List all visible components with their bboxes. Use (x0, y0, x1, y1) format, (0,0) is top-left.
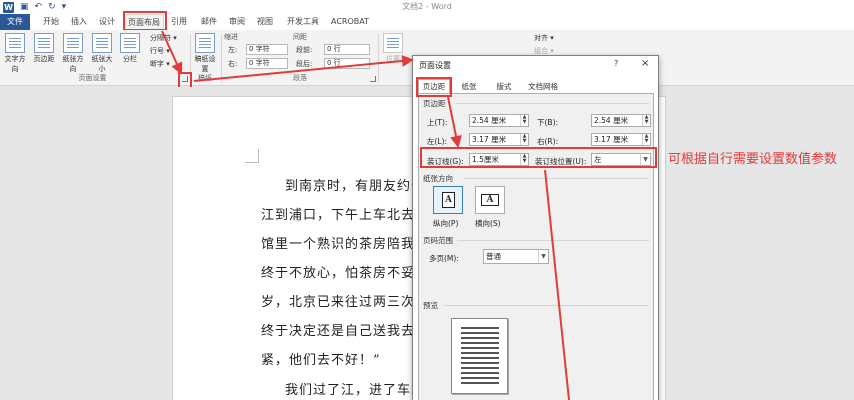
align-button[interactable]: 对齐 ▾ (534, 33, 554, 43)
margins-button[interactable]: 页边距 (31, 33, 57, 64)
position-icon (383, 33, 403, 53)
spacing-after-label: 段后: (296, 60, 313, 68)
spin-icon[interactable]: ▲ ▼ (520, 134, 528, 145)
dialog-title: 页面设置 (419, 61, 451, 70)
landscape-label: 横向(S) (475, 219, 501, 228)
text-direction-button[interactable]: 文字方向 (2, 33, 28, 74)
tab-developer[interactable]: 开发工具 (282, 14, 324, 30)
spacing-after-input[interactable]: 0 行 (324, 58, 370, 69)
ribbon-divider (378, 34, 379, 82)
paragraph-line[interactable]: 终于决定还是自己送我去 (261, 320, 415, 339)
section-rule (443, 305, 649, 306)
bottom-margin-input[interactable]: 2.54 厘米 ▲ ▼ (591, 114, 651, 127)
dialog-tab-paper[interactable]: 纸张 (453, 79, 485, 93)
tab-file[interactable]: 文件 (0, 14, 30, 30)
tab-insert[interactable]: 插入 (66, 14, 92, 30)
indent-left-input[interactable]: 0 字符 (246, 44, 288, 55)
window-title: 文档2 - Word (402, 2, 452, 11)
left-margin-label: 左(L): (427, 137, 448, 146)
multiple-pages-label: 多页(M): (429, 254, 459, 263)
paragraph-line[interactable]: 紧，他们去不好！” (261, 349, 381, 368)
left-margin-input[interactable]: 3.17 厘米 ▲ ▼ (469, 133, 529, 146)
paragraph-line[interactable]: 到南京时，有朋友约去 (285, 175, 425, 194)
tab-page-layout[interactable]: 页面布局 (124, 14, 164, 30)
paragraph-line[interactable]: 岁，北京已来往过两三次 (261, 291, 415, 310)
tab-mailings[interactable]: 邮件 (196, 14, 222, 30)
size-icon (92, 33, 112, 53)
tab-home[interactable]: 开始 (38, 14, 64, 30)
right-margin-label: 右(R): (537, 137, 559, 146)
paragraph-launcher-icon[interactable] (370, 76, 376, 82)
indent-right-input[interactable]: 0 字符 (246, 58, 288, 69)
text-direction-icon (5, 33, 25, 53)
orientation-icon (63, 33, 83, 53)
annotation-text: 可根据自行需要设置数值参数 (668, 152, 838, 167)
paragraph-line[interactable]: 终于不放心，怕茶房不妥 (261, 262, 415, 281)
gutter-highlight-box (420, 147, 657, 168)
tab-design[interactable]: 设计 (94, 14, 120, 30)
line-numbers-button[interactable]: 行号 ▾ (150, 46, 170, 56)
portrait-label: 纵向(P) (433, 219, 459, 228)
page-setup-group-label: 页面设置 (78, 74, 107, 82)
spacing-before-input[interactable]: 0 行 (324, 44, 370, 55)
right-margin-input[interactable]: 3.17 厘米 ▲ ▼ (591, 133, 651, 146)
dialog-tab-margins[interactable]: 页边距 (418, 79, 450, 93)
margins-section-title: 页边距 (423, 99, 446, 108)
margin-corner-mark (245, 149, 259, 163)
page-setup-launcher-icon[interactable] (182, 76, 188, 82)
paragraph-line[interactable]: 我们过了江，进了车站 (285, 379, 425, 398)
orientation-button[interactable]: 纸张方向 (60, 33, 86, 74)
tab-references[interactable]: 引用 (166, 14, 192, 30)
close-icon[interactable]: × (641, 58, 649, 69)
paragraph-line[interactable]: 江到浦口，下午上车北去 (261, 204, 415, 223)
top-margin-input[interactable]: 2.54 厘米 ▲ ▼ (469, 114, 529, 127)
paragraph-group-label: 段落 (293, 74, 307, 82)
spin-icon[interactable]: ▲ ▼ (520, 115, 528, 126)
spin-icon[interactable]: ▲ ▼ (642, 115, 650, 126)
preview-section-title: 预览 (423, 301, 438, 310)
bottom-margin-label: 下(B): (537, 118, 559, 127)
multiple-pages-select[interactable]: 普通 ▼ (483, 249, 549, 264)
section-rule (455, 103, 649, 104)
landscape-button[interactable]: A (475, 186, 505, 214)
preview-page (451, 318, 508, 394)
columns-icon (120, 33, 140, 53)
portrait-icon: A (442, 192, 455, 208)
draft-paper-icon (195, 33, 215, 53)
ribbon-tabs: 文件 开始 插入 设计 页面布局 引用 邮件 审阅 视图 开发工具 ACROBA… (0, 14, 854, 30)
spacing-before-label: 段前: (296, 46, 313, 54)
size-button[interactable]: 纸张大小 (89, 33, 115, 74)
tab-view[interactable]: 视图 (252, 14, 278, 30)
page-setup-dialog: 页面设置 ? × 页边距 纸张 版式 文档网格 页边距 上(T): 2.54 厘… (412, 55, 659, 400)
position-button[interactable]: 位置 (380, 33, 406, 64)
tab-acrobat[interactable]: ACROBAT (328, 14, 372, 30)
section-rule (463, 178, 649, 179)
dialog-tab-doc-grid[interactable]: 文档网格 (523, 79, 563, 93)
indent-header: 缩进 (224, 33, 238, 41)
margins-icon (34, 33, 54, 53)
paragraph-line[interactable]: 馆里一个熟识的茶房陪我 (261, 233, 415, 252)
tab-review[interactable]: 审阅 (224, 14, 250, 30)
portrait-button[interactable]: A (433, 186, 463, 214)
spin-icon[interactable]: ▲ ▼ (642, 134, 650, 145)
title-bar: W ▣ ↶ ↻ ▾ 文档2 - Word (0, 0, 854, 14)
landscape-icon: A (481, 194, 499, 206)
top-margin-label: 上(T): (427, 118, 448, 127)
chevron-down-icon[interactable]: ▼ (538, 250, 548, 263)
indent-right-label: 右: (228, 60, 238, 68)
breaks-button[interactable]: 分隔符 ▾ (150, 33, 177, 43)
orientation-section-title: 纸张方向 (423, 174, 453, 183)
dialog-tab-layout[interactable]: 版式 (489, 79, 519, 93)
section-rule (457, 240, 649, 241)
draft-paper-button[interactable]: 稿纸设置 (192, 33, 218, 74)
help-icon[interactable]: ? (614, 59, 618, 68)
columns-button[interactable]: 分栏 (118, 33, 142, 64)
indent-left-label: 左: (228, 46, 238, 54)
draft-group-label: 稿纸 (198, 74, 212, 82)
spacing-header: 间距 (293, 33, 307, 41)
hyphenation-button[interactable]: 断字 ▾ (150, 59, 170, 69)
pages-section-title: 页码范围 (423, 236, 453, 245)
